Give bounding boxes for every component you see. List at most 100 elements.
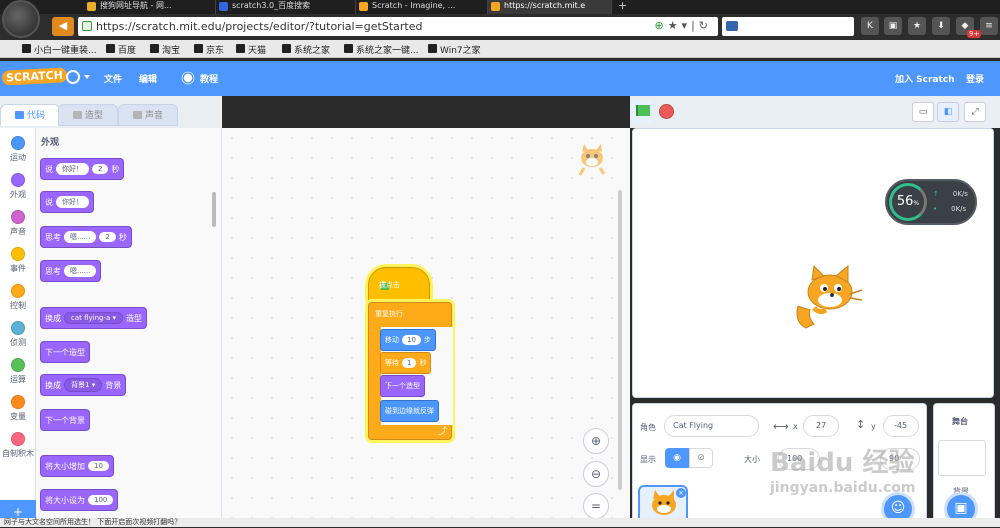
hide-sprite-button[interactable]: ⊘ [689,448,713,468]
wait-secs-input[interactable]: 1 [402,358,417,368]
stop-button[interactable] [659,104,674,119]
download-icon[interactable]: ⬇ [932,17,950,35]
join-scratch-link[interactable]: 加入 Scratch [895,72,955,85]
block-when-flag-clicked[interactable]: 当被点击 [368,267,430,303]
browser-tab-4[interactable]: https://scratch.mit.e [488,0,612,14]
category-variables[interactable]: 变量 [0,395,36,422]
browser-tab-2[interactable]: scratch3.0_百度搜索 [216,0,356,14]
category-sound[interactable]: 声音 [0,210,36,237]
new-tab-button[interactable]: + [618,0,627,12]
bookmark-item[interactable]: Win7之家 [428,43,481,56]
category-my-blocks[interactable]: 自制积木 [0,432,36,459]
say-text-input[interactable]: 你好！ [56,163,89,175]
sign-in-link[interactable]: 登录 [966,72,984,85]
small-stage-button[interactable]: ▭ [912,102,934,122]
bookmark-item[interactable]: 百度 [106,43,136,56]
bookmark-item[interactable]: 系统之家一键... [344,43,419,56]
block-wait-secs[interactable]: 等待 1 秒 [380,352,432,374]
category-events[interactable]: 事件 [0,247,36,274]
block-switch-costume[interactable]: 换成 cat flying-a 造型 [40,307,148,329]
account-icon[interactable]: K [861,17,879,35]
block-next-backdrop[interactable]: 下一个背景 [40,409,90,431]
category-control[interactable]: 控制 [0,284,36,311]
search-engine-icon[interactable] [726,21,738,31]
stage-thumbnail[interactable] [938,440,986,476]
bookmark-item[interactable]: 系统之家 [282,43,330,56]
zoom-out-button[interactable]: ⊖ [583,461,609,487]
delete-sprite-icon[interactable]: × [676,488,686,498]
think-secs-input[interactable]: 2 [99,232,116,242]
chevron-down-icon[interactable] [84,75,90,79]
say-text-input[interactable]: 你好！ [56,196,89,208]
fullscreen-button[interactable]: ⤢ [964,102,986,122]
block-say-for-secs[interactable]: 说 你好！ 2 秒 [40,158,125,180]
tab-sounds[interactable]: 声音 [118,104,178,126]
size-label: 大小 [744,455,760,464]
block-think[interactable]: 思考 嗯...... [40,260,102,282]
show-sprite-button[interactable]: ◉ [665,448,689,468]
set-size-input[interactable]: 100 [88,495,114,505]
menu-icon[interactable]: ≡ [980,17,998,35]
browser-tab-label: scratch3.0_百度搜索 [232,1,311,10]
category-operators[interactable]: 运算 [0,358,36,385]
bookmarks-bar: 小白一键重装... 百度 淘宝 京东 天猫 系统之家 系统之家一键... Win… [0,40,1000,58]
scratch-tab-icon [359,2,368,11]
block-next-costume-script[interactable]: 下一个造型 [380,375,425,397]
browser-tab-1[interactable]: 搜狗网址导航 - 网... [84,0,216,14]
bookmark-item[interactable]: 京东 [194,43,224,56]
tab-code[interactable]: 代码 [0,104,60,126]
backdrop-dropdown[interactable]: 背景1 [64,378,103,392]
think-text-input[interactable]: 嗯...... [64,231,97,243]
bookmark-item[interactable]: 天猫 [236,43,266,56]
tutorials-icon[interactable] [183,73,193,83]
tutorials-menu[interactable]: 教程 [200,72,218,85]
change-size-input[interactable]: 10 [88,461,109,471]
steps-input[interactable]: 10 [402,335,421,345]
zoom-reset-button[interactable]: = [583,493,609,519]
block-switch-backdrop[interactable]: 换成 背景1 背景 [40,374,127,396]
file-menu[interactable]: 文件 [104,72,122,85]
sprite-watermark-icon [578,144,606,176]
bookmark-item[interactable]: 小白一键重装... [22,43,97,56]
large-stage-button[interactable]: ◧ [937,102,959,122]
browser-tab-3[interactable]: Scratch - Imagine, ... [356,0,488,14]
notification-badge: 9+ [967,30,982,38]
address-bar-actions[interactable]: ⊕★▾|↻ [654,19,712,32]
x-input[interactable]: 27 [803,415,839,437]
costume-dropdown[interactable]: cat flying-a [64,312,124,324]
address-bar[interactable]: https://scratch.mit.edu/projects/editor/… [78,17,718,36]
y-input[interactable]: -45 [883,415,919,437]
block-move-steps[interactable]: 移动 10 步 [380,329,436,351]
browser-tab-label: 搜狗网址导航 - 网... [100,1,172,10]
scratch-logo[interactable]: SCRATCH [1,67,68,86]
upload-arrow-icon: ↑ [933,190,939,198]
language-globe-icon[interactable] [66,70,80,84]
plus-icon[interactable]: ⊕ [654,19,667,32]
block-bounce-on-edge[interactable]: 碰到边缘就反弹 [380,400,439,422]
block-think-for-secs[interactable]: 思考 嗯...... 2 秒 [40,226,132,248]
say-secs-input[interactable]: 2 [92,164,109,174]
scratch-menu-bar: SCRATCH 文件 编辑 教程 加入 Scratch 登录 [0,61,1000,96]
block-next-costume[interactable]: 下一个造型 [40,341,90,363]
workspace-scrollbar[interactable] [618,190,622,490]
palette-scrollbar[interactable] [212,192,216,227]
sprite-name-input[interactable]: Cat Flying [664,415,759,437]
favorites-icon[interactable]: ★ [908,17,926,35]
tab-costumes[interactable]: 造型 [58,104,118,126]
zoom-in-button[interactable]: ⊕ [583,428,609,454]
block-say[interactable]: 说 你好！ [40,191,94,213]
cat-sprite[interactable] [790,262,866,332]
green-flag-button[interactable] [631,101,653,123]
category-looks[interactable]: 外观 [0,173,36,200]
category-sensing[interactable]: 侦测 [0,321,36,348]
edit-menu[interactable]: 编辑 [139,72,157,85]
search-input[interactable] [722,17,854,36]
block-set-size[interactable]: 将大小设为 100 [40,489,119,511]
think-text-input[interactable]: 嗯...... [64,265,97,277]
back-icon[interactable]: ◀ [52,17,74,36]
browser-logo-icon[interactable] [2,0,40,38]
user-icon[interactable]: ▣ [884,17,902,35]
bookmark-item[interactable]: 淘宝 [150,43,180,56]
block-change-size[interactable]: 将大小增加 10 [40,455,114,477]
category-motion[interactable]: 运动 [0,136,36,163]
